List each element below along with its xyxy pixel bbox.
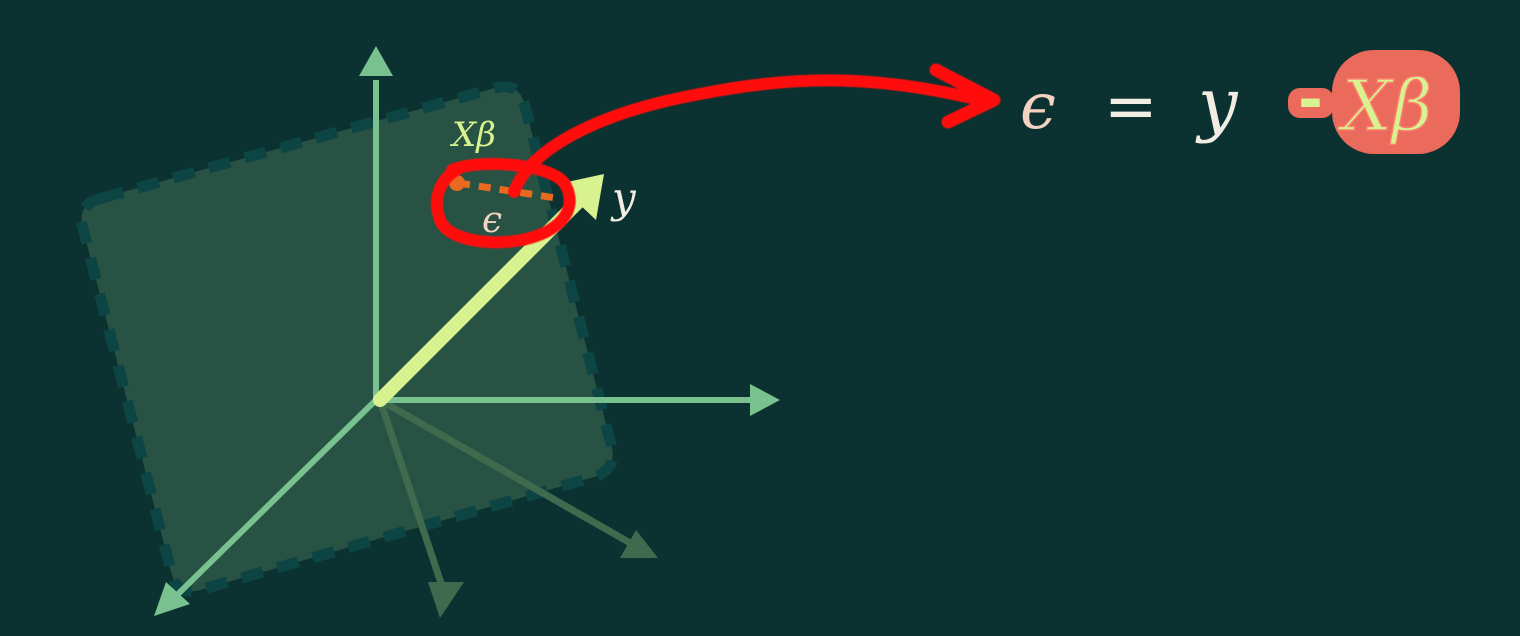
equation: ϵ = y - Xβ [1020, 50, 1460, 154]
y-label: y [610, 173, 637, 222]
highlighted-term: - Xβ [1288, 50, 1460, 154]
vertical-axis-arrowhead [359, 46, 393, 76]
equation-equals: = [1104, 70, 1158, 144]
equation-xbeta: Xβ [1337, 65, 1432, 147]
equation-epsilon: ϵ [1020, 70, 1056, 144]
epsilon-label: ϵ [482, 200, 502, 241]
dim-axis-down-arrowhead [428, 582, 464, 618]
projection-diagram: Xβ y ϵ ϵ = y - Xβ [75, 46, 1460, 618]
annotation-arrow-curve [508, 74, 986, 198]
horizontal-axis-arrowhead [750, 384, 780, 416]
xbeta-label: Xβ [449, 115, 496, 155]
equation-minus: - [1298, 65, 1323, 135]
equation-y: y [1195, 63, 1239, 145]
